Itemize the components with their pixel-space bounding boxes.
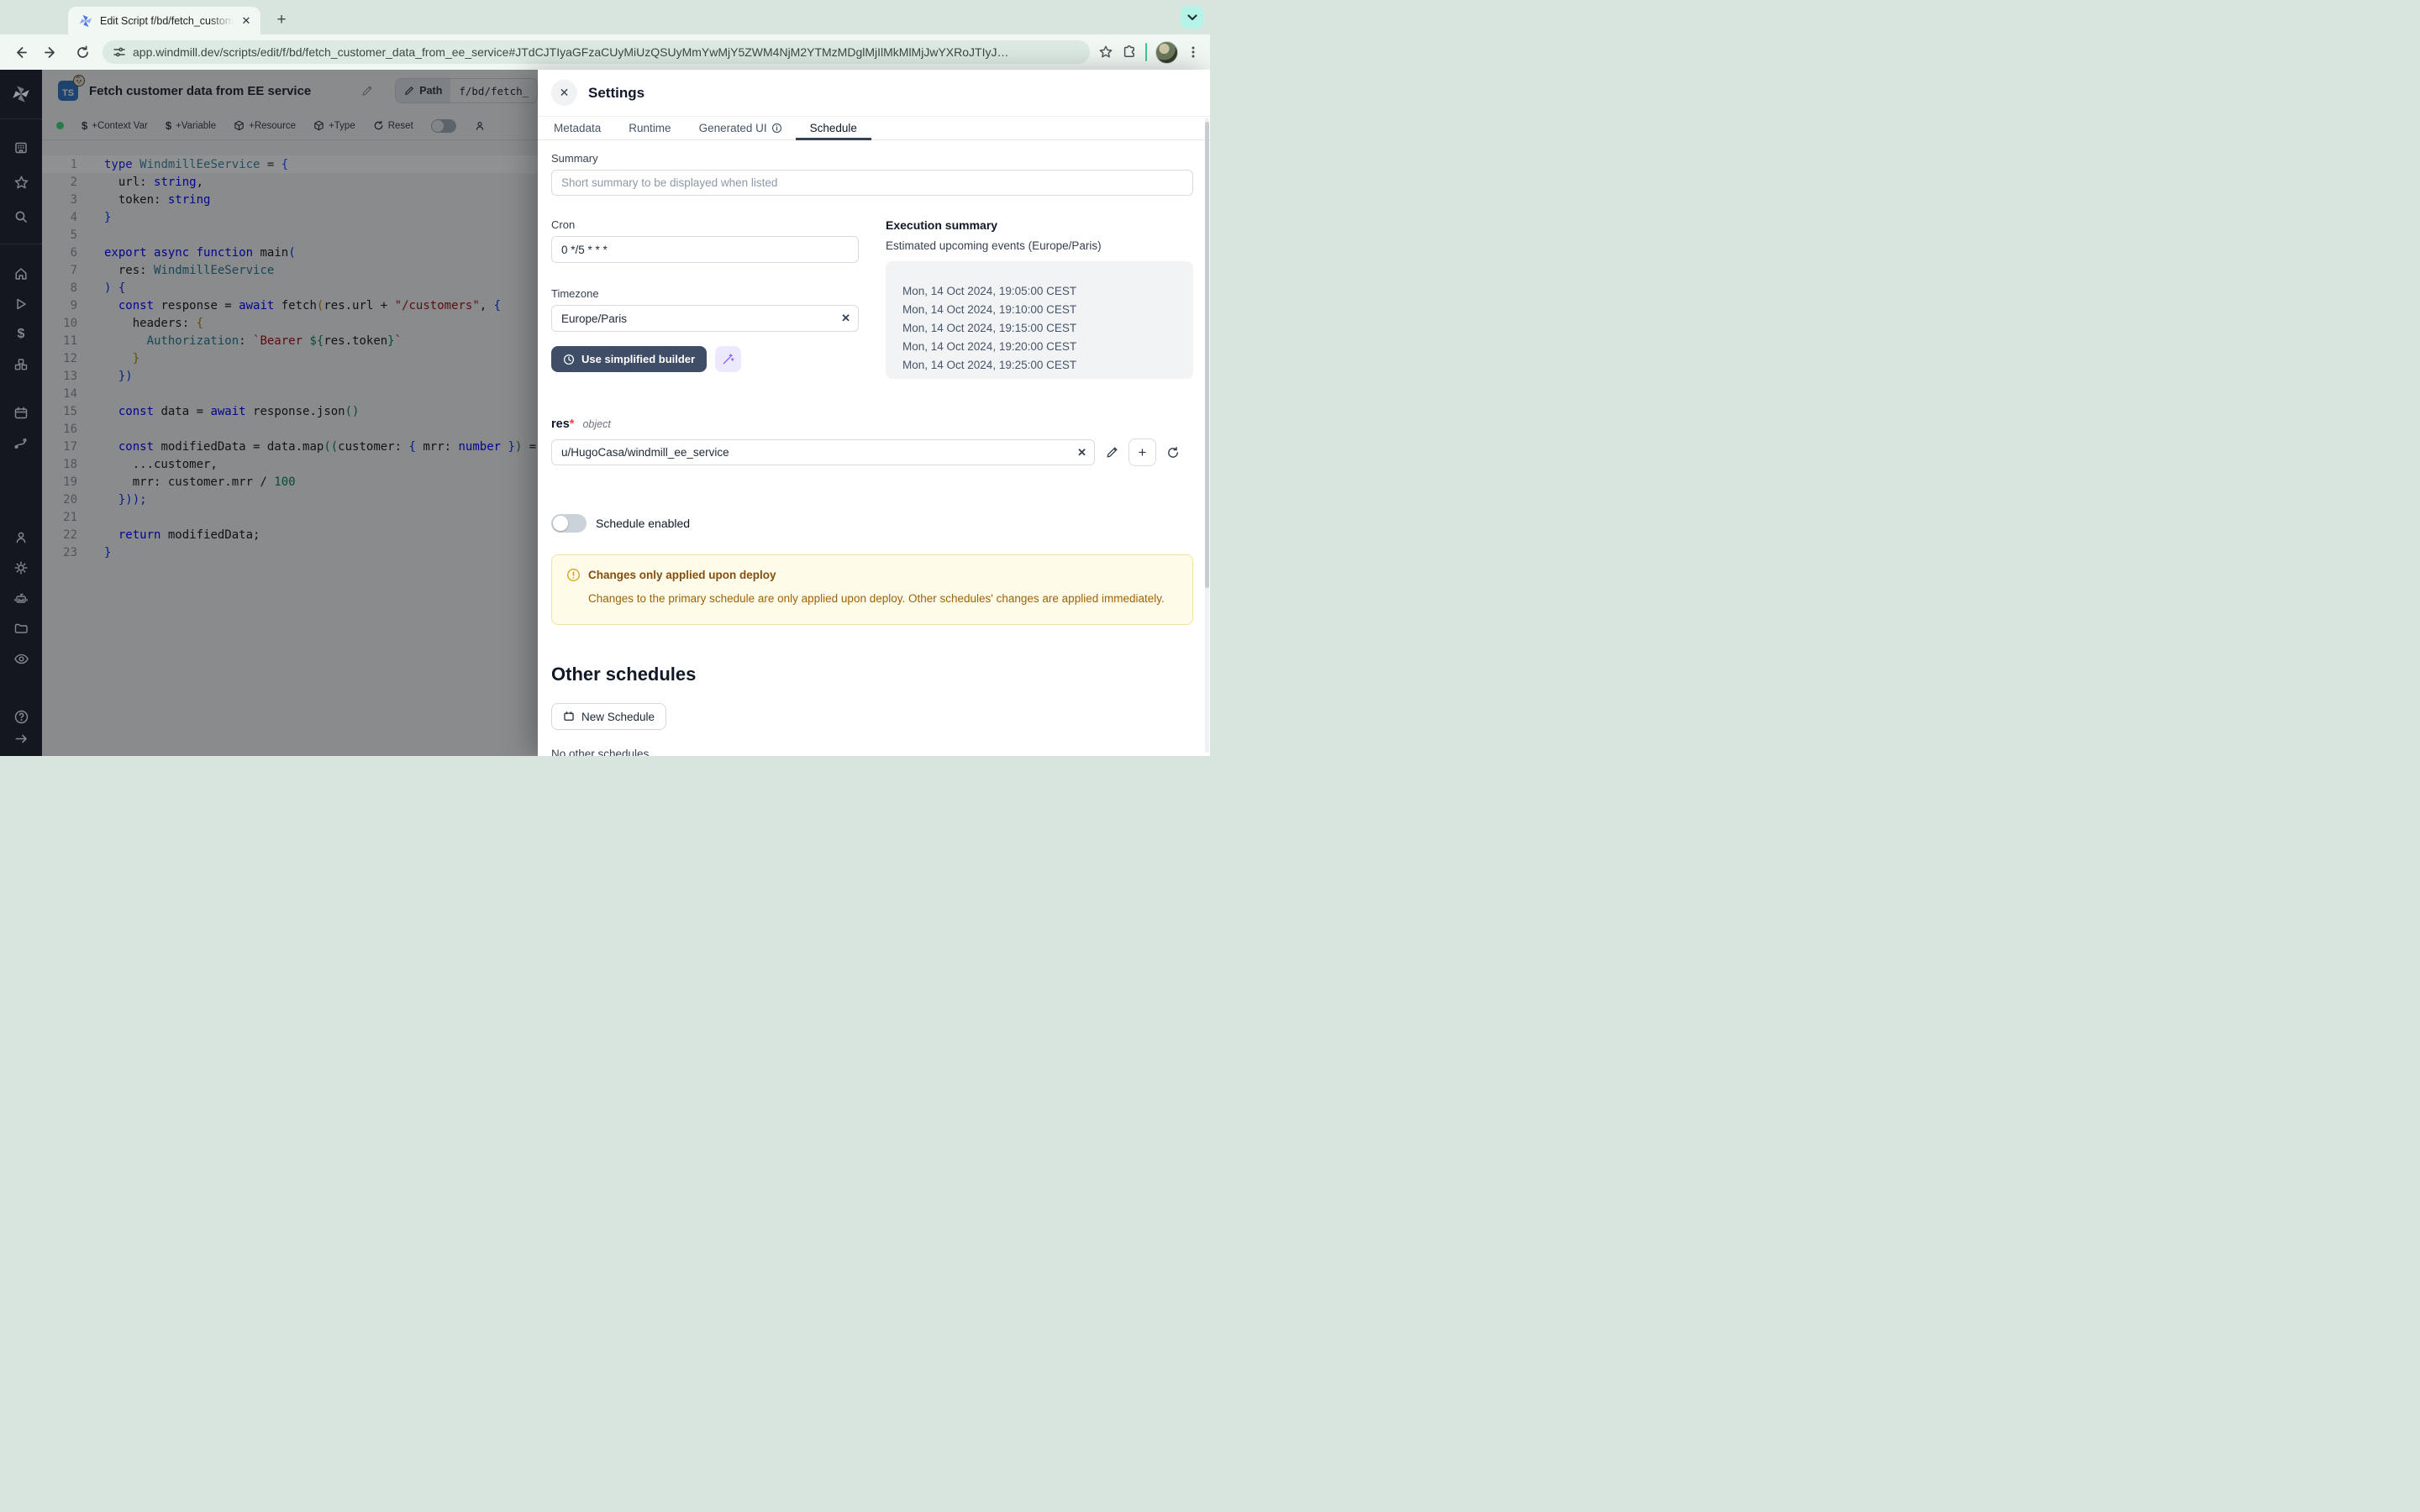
new-schedule-button[interactable]: New Schedule xyxy=(551,703,666,730)
warning-info-icon xyxy=(566,568,581,582)
schedule-enabled-row: Schedule enabled xyxy=(551,514,1193,533)
execution-summary-subheading: Estimated upcoming events (Europe/Paris) xyxy=(886,239,1193,252)
upcoming-event: Mon, 14 Oct 2024, 19:05:00 CEST xyxy=(902,282,1193,301)
new-tab-button[interactable]: + xyxy=(271,9,292,31)
settings-title: Settings xyxy=(588,85,644,102)
tab-schedule[interactable]: Schedule xyxy=(808,117,860,139)
close-icon[interactable]: ✕ xyxy=(551,80,577,106)
timezone-label: Timezone xyxy=(551,287,859,300)
calendar-icon xyxy=(563,711,575,722)
upcoming-event: Mon, 14 Oct 2024, 19:25:00 CEST xyxy=(902,356,1193,375)
schedule-tab-panel: Summary Cron Timezone ✕ Use simplified b… xyxy=(538,140,1210,756)
back-button[interactable] xyxy=(8,40,32,64)
windmill-favicon xyxy=(79,14,92,28)
tab-generated-ui[interactable]: Generated UI xyxy=(697,117,785,139)
res-field-type: object xyxy=(582,418,610,430)
settings-drawer: ✕ Settings Metadata Runtime Generated UI… xyxy=(538,70,1210,756)
drawer-scrollbar-thumb[interactable] xyxy=(1205,122,1209,588)
workers-robot-icon[interactable] xyxy=(0,583,42,613)
refresh-resource-icon[interactable] xyxy=(1161,441,1185,465)
user-icon[interactable] xyxy=(0,522,42,553)
forward-button[interactable] xyxy=(39,40,62,64)
clear-resource-icon[interactable]: ✕ xyxy=(1077,439,1086,465)
home-icon[interactable] xyxy=(0,259,42,289)
res-field-header: res* object xyxy=(551,417,1193,431)
windmill-logo-icon[interactable] xyxy=(0,70,42,118)
active-line-highlight xyxy=(42,155,538,173)
warning-title: Changes only applied upon deploy xyxy=(588,569,776,581)
magic-wand-icon xyxy=(722,353,734,365)
workspace-icon[interactable] xyxy=(0,133,42,163)
browser-tab-bar: Edit Script f/bd/fetch_custom ✕ + xyxy=(0,0,1210,34)
sidebar-divider xyxy=(0,118,42,119)
search-icon[interactable] xyxy=(0,202,42,232)
summary-label: Summary xyxy=(551,152,1193,165)
profile-separator xyxy=(1145,43,1147,61)
browser-toolbar: app.windmill.dev/scripts/edit/f/bd/fetch… xyxy=(0,34,1210,70)
settings-gear-icon[interactable] xyxy=(0,553,42,583)
chevron-down-icon xyxy=(1187,14,1197,21)
clear-timezone-icon[interactable]: ✕ xyxy=(841,305,850,331)
tab-metadata[interactable]: Metadata xyxy=(551,117,603,139)
schedule-left-column: Cron Timezone ✕ Use simplified builder xyxy=(551,218,859,379)
add-resource-plus-button[interactable]: + xyxy=(1128,438,1156,466)
audit-logs-eye-icon[interactable] xyxy=(0,643,42,674)
res-input-row: ✕ + xyxy=(551,438,1193,466)
resources-icon[interactable] xyxy=(0,349,42,380)
tab-runtime[interactable]: Runtime xyxy=(626,117,673,139)
schedule-enabled-toggle[interactable] xyxy=(551,514,587,533)
favorites-star-icon[interactable] xyxy=(0,167,42,197)
settings-tabs: Metadata Runtime Generated UI Schedule xyxy=(538,116,1210,140)
deploy-warning-banner: Changes only applied upon deploy Changes… xyxy=(551,554,1193,625)
cron-label: Cron xyxy=(551,218,859,231)
chrome-right-controls xyxy=(1098,41,1210,64)
timezone-input[interactable] xyxy=(551,305,859,332)
upcoming-event: Mon, 14 Oct 2024, 19:10:00 CEST xyxy=(902,301,1193,319)
collapse-sidebar-arrow-icon[interactable] xyxy=(0,727,42,749)
other-schedules-heading: Other schedules xyxy=(551,664,1193,685)
required-asterisk: * xyxy=(570,417,575,431)
upcoming-event: Mon, 14 Oct 2024, 19:15:00 CEST xyxy=(902,319,1193,338)
tab-title: Edit Script f/bd/fetch_custom xyxy=(100,15,234,27)
upcoming-event: Mon, 14 Oct 2024, 19:20:00 CEST xyxy=(902,338,1193,356)
extensions-icon[interactable] xyxy=(1122,45,1137,60)
ai-cron-button[interactable] xyxy=(715,346,741,372)
edit-resource-pencil-icon[interactable] xyxy=(1100,441,1123,465)
schedules-icon[interactable] xyxy=(0,398,42,428)
use-simplified-builder-button[interactable]: Use simplified builder xyxy=(551,346,707,372)
variables-icon[interactable]: $ xyxy=(0,319,42,349)
bookmark-star-icon[interactable] xyxy=(1098,45,1113,60)
settings-header: ✕ Settings xyxy=(538,70,1210,116)
screen: Edit Script f/bd/fetch_custom ✕ + xyxy=(0,0,1210,756)
res-field-name: res* xyxy=(551,417,574,431)
tab-search-button[interactable] xyxy=(1181,6,1203,29)
routes-icon[interactable] xyxy=(0,428,42,459)
help-icon[interactable] xyxy=(0,706,42,727)
reload-button[interactable] xyxy=(71,40,94,64)
cron-input[interactable] xyxy=(551,236,859,263)
upcoming-events-box: Mon, 14 Oct 2024, 19:05:00 CESTMon, 14 O… xyxy=(886,261,1193,379)
clock-icon xyxy=(563,354,575,365)
browser-menu-icon[interactable] xyxy=(1186,45,1200,59)
site-settings-icon[interactable] xyxy=(113,45,126,59)
browser-profile-avatar[interactable] xyxy=(1155,41,1178,64)
execution-summary-heading: Execution summary xyxy=(886,218,1193,232)
browser-tab[interactable]: Edit Script f/bd/fetch_custom ✕ xyxy=(68,7,260,34)
resource-input[interactable] xyxy=(551,439,1095,465)
no-other-schedules-text: No other schedules xyxy=(551,748,1193,756)
execution-summary-column: Execution summary Estimated upcoming eve… xyxy=(886,218,1193,379)
folders-icon[interactable] xyxy=(0,613,42,643)
runs-icon[interactable] xyxy=(0,289,42,319)
tab-close-icon[interactable]: ✕ xyxy=(239,13,254,29)
summary-input[interactable] xyxy=(551,170,1193,196)
app-sidebar: $ xyxy=(0,70,42,756)
url-text: app.windmill.dev/scripts/edit/f/bd/fetch… xyxy=(133,45,1008,59)
info-icon xyxy=(771,123,782,134)
address-bar[interactable]: app.windmill.dev/scripts/edit/f/bd/fetch… xyxy=(103,40,1090,64)
schedule-enabled-label: Schedule enabled xyxy=(596,517,690,530)
warning-body: Changes to the primary schedule are only… xyxy=(588,590,1168,607)
